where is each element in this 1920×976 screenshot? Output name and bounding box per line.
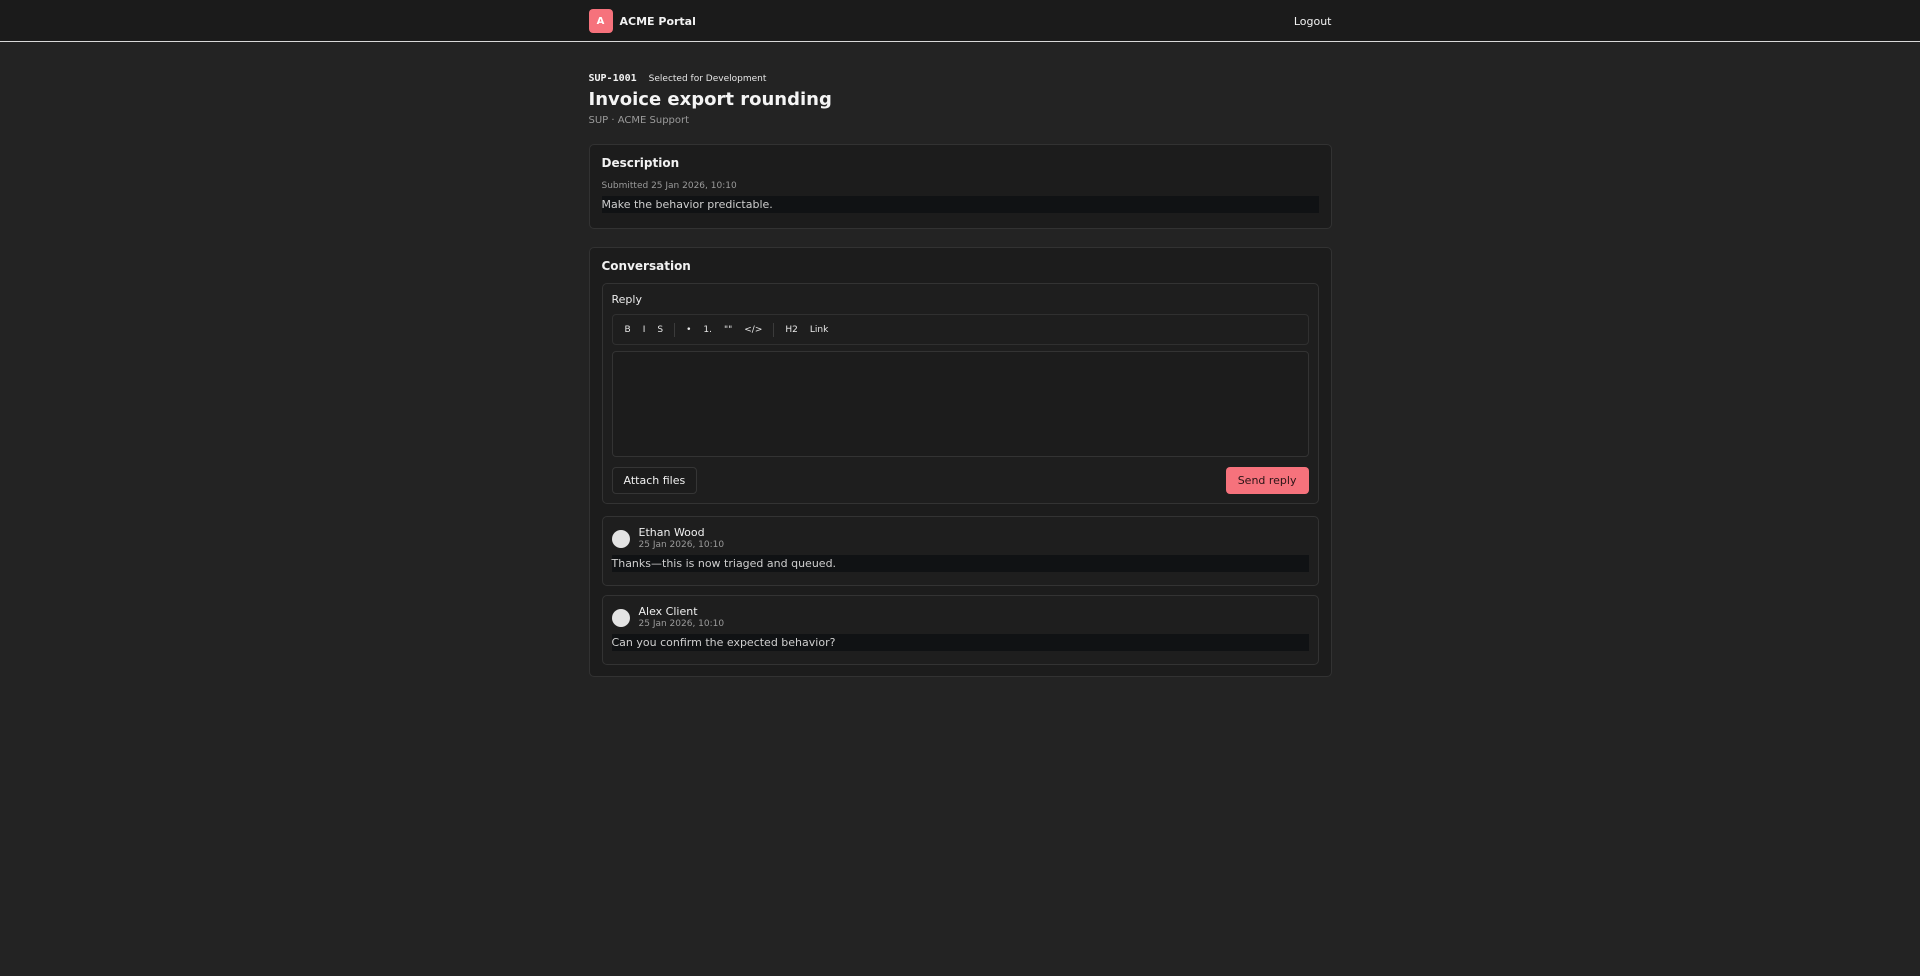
- attach-files-button[interactable]: Attach files: [611, 467, 698, 494]
- comment-timestamp: 25 Jan 2026, 10:10: [638, 619, 725, 629]
- comment-body: Thanks—this is now triaged and queued.: [611, 555, 1309, 572]
- comment-item: Alex Client 25 Jan 2026, 10:10 Can you c…: [601, 595, 1319, 665]
- link-button[interactable]: Link: [804, 325, 834, 335]
- comment-author: Alex Client: [638, 605, 698, 618]
- submitted-timestamp: Submitted 25 Jan 2026, 10:10: [601, 181, 737, 191]
- comment-header: Alex Client 25 Jan 2026, 10:10: [611, 605, 1309, 629]
- code-button[interactable]: </>: [738, 325, 768, 335]
- reply-actions: Attach files Send reply: [611, 467, 1309, 494]
- page-title: Invoice export rounding: [588, 89, 832, 110]
- description-heading: Description: [601, 156, 680, 170]
- comment-body: Can you confirm the expected behavior?: [611, 634, 1309, 651]
- conversation-card: Conversation Reply B I S • 1. "" </> H2 …: [588, 247, 1332, 677]
- issue-subtitle: SUP · ACME Support: [588, 115, 690, 126]
- avatar: [611, 530, 630, 548]
- comment-item: Ethan Wood 25 Jan 2026, 10:10 Thanks—thi…: [601, 516, 1319, 586]
- logout-link[interactable]: Logout: [1294, 15, 1332, 28]
- send-reply-button[interactable]: Send reply: [1225, 467, 1309, 494]
- italic-button[interactable]: I: [637, 325, 652, 335]
- reply-box: Reply B I S • 1. "" </> H2 Link Attach f…: [601, 283, 1319, 504]
- comment-timestamp: 25 Jan 2026, 10:10: [638, 540, 725, 550]
- editor-toolbar: B I S • 1. "" </> H2 Link: [611, 314, 1309, 345]
- reply-label: Reply: [611, 293, 642, 306]
- toolbar-divider: [773, 322, 775, 337]
- ordered-list-button[interactable]: 1.: [697, 325, 718, 335]
- avatar: [611, 609, 630, 627]
- main-content: SUP-1001 Selected for Development Invoic…: [588, 42, 1332, 677]
- conversation-heading: Conversation: [601, 259, 691, 273]
- quote-button[interactable]: "": [718, 325, 738, 335]
- issue-status-badge: Selected for Development: [648, 73, 767, 84]
- description-card: Description Submitted 25 Jan 2026, 10:10…: [588, 144, 1332, 229]
- description-body: Make the behavior predictable.: [601, 196, 1319, 213]
- issue-meta: SUP-1001 Selected for Development: [589, 73, 1332, 84]
- strikethrough-button[interactable]: S: [651, 325, 669, 335]
- top-bar-inner: A ACME Portal Logout: [588, 0, 1332, 42]
- bullet-list-button[interactable]: •: [680, 325, 697, 335]
- heading-button[interactable]: H2: [779, 325, 804, 335]
- bold-button[interactable]: B: [619, 325, 637, 335]
- comment-header: Ethan Wood 25 Jan 2026, 10:10: [611, 526, 1309, 550]
- issue-key: SUP-1001: [588, 73, 637, 84]
- brand-name: ACME Portal: [619, 14, 696, 28]
- comment-author: Ethan Wood: [638, 526, 705, 539]
- brand-logo: A: [588, 9, 613, 33]
- brand[interactable]: A ACME Portal: [588, 9, 696, 33]
- top-bar: A ACME Portal Logout: [0, 0, 1920, 42]
- reply-editor[interactable]: [611, 351, 1309, 457]
- toolbar-divider: [674, 322, 676, 337]
